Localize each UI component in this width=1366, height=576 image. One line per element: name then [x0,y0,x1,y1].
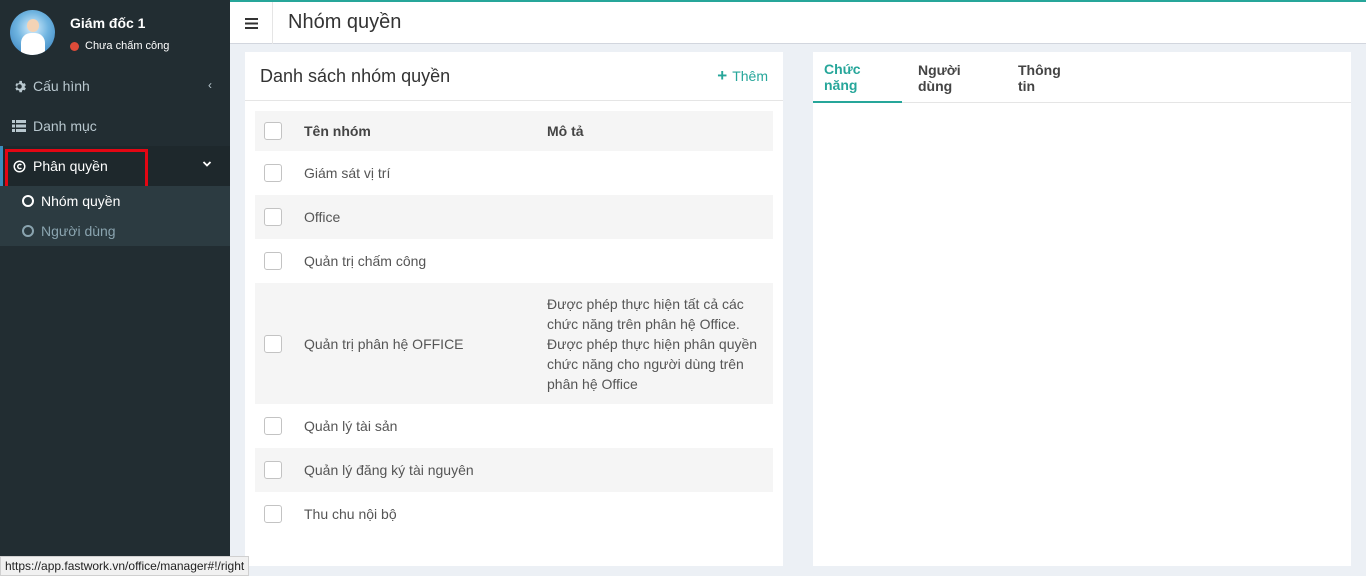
table-row[interactable]: Quản trị phân hệ OFFICE Được phép thực h… [255,283,773,404]
chevron-down-icon [202,158,212,172]
status-dot-icon [70,41,79,51]
group-table: Tên nhóm Mô tả Giám sát vị trí Office Qu… [255,111,773,536]
list-icon [12,120,26,132]
chevron-left-icon: ‹ [208,78,212,92]
card-header: Danh sách nhóm quyền + Thêm [245,52,783,101]
row-checkbox[interactable] [264,208,282,226]
group-name: Office [304,209,341,225]
sidebar-item-catalog[interactable]: Danh mục [0,106,230,146]
tab-functions[interactable]: Chức năng [813,52,902,103]
row-checkbox[interactable] [264,164,282,182]
group-description: Được phép thực hiện tất cả các chức năng… [547,295,758,392]
sidebar: Giám đốc 1 Chưa chấm công Cấu hình ‹ Dan… [0,0,230,576]
column-header-desc: Mô tả [547,123,584,139]
sidebar-subitem-label: Người dùng [41,223,116,239]
gear-icon [12,80,26,93]
sidebar-subitem-users[interactable]: Người dùng [0,216,230,246]
table-row[interactable]: Quản lý tài sản [255,404,773,448]
hamburger-icon[interactable] [230,2,273,44]
table-row[interactable]: Quản trị chấm công [255,239,773,283]
circle-icon [22,225,34,237]
group-name: Thu chu nội bộ [304,506,397,522]
tab-bar: Chức năng Người dùng Thông tin [813,52,1351,103]
table-row[interactable]: Office [255,195,773,239]
column-header-name: Tên nhóm [304,123,371,139]
sidebar-subitem-label: Nhóm quyền [41,193,121,209]
user-status-label: Chưa chấm công [85,40,170,52]
group-name: Giám sát vị trí [304,165,391,181]
circle-icon [22,195,34,207]
annotation-highlight-box [5,149,148,189]
status-url-tooltip: https://app.fastwork.vn/office/manager#!… [0,556,250,576]
sidebar-item-config[interactable]: Cấu hình ‹ [0,66,230,106]
group-list-card: Danh sách nhóm quyền + Thêm Tên nhóm Mô … [245,52,783,566]
table-row[interactable]: Giám sát vị trí [255,151,773,195]
sidebar-item-label: Cấu hình [33,78,90,94]
tab-users[interactable]: Người dùng [907,52,1002,103]
group-detail-card: Chức năng Người dùng Thông tin [813,52,1351,566]
sidebar-item-label: Danh mục [33,118,97,134]
table-header-row: Tên nhóm Mô tả [255,111,773,151]
user-name: Giám đốc 1 [70,15,146,31]
user-panel: Giám đốc 1 Chưa chấm công [0,0,230,64]
select-all-checkbox[interactable] [264,122,282,140]
page-title: Nhóm quyền [288,11,402,33]
tab-info[interactable]: Thông tin [1007,52,1088,103]
table-row[interactable]: Thu chu nội bộ [255,492,773,536]
sidebar-subitem-groups[interactable]: Nhóm quyền [0,186,230,216]
plus-icon: + [717,66,728,85]
add-button-label: Thêm [732,68,768,84]
card-title: Danh sách nhóm quyền [260,66,451,86]
row-checkbox[interactable] [264,252,282,270]
group-name: Quản lý đăng ký tài nguyên [304,462,474,478]
row-checkbox[interactable] [264,417,282,435]
avatar[interactable] [10,10,55,55]
row-checkbox[interactable] [264,461,282,479]
row-checkbox[interactable] [264,334,282,353]
add-group-button[interactable]: + Thêm [717,66,768,85]
row-checkbox[interactable] [264,505,282,523]
group-name: Quản trị chấm công [304,253,427,269]
permissions-submenu: Nhóm quyền Người dùng [0,186,230,246]
user-status: Chưa chấm công [70,40,169,52]
group-name: Quản lý tài sản [304,418,398,434]
top-header: Nhóm quyền [230,0,1366,44]
group-name: Quản trị phân hệ OFFICE [304,335,464,352]
table-row[interactable]: Quản lý đăng ký tài nguyên [255,448,773,492]
